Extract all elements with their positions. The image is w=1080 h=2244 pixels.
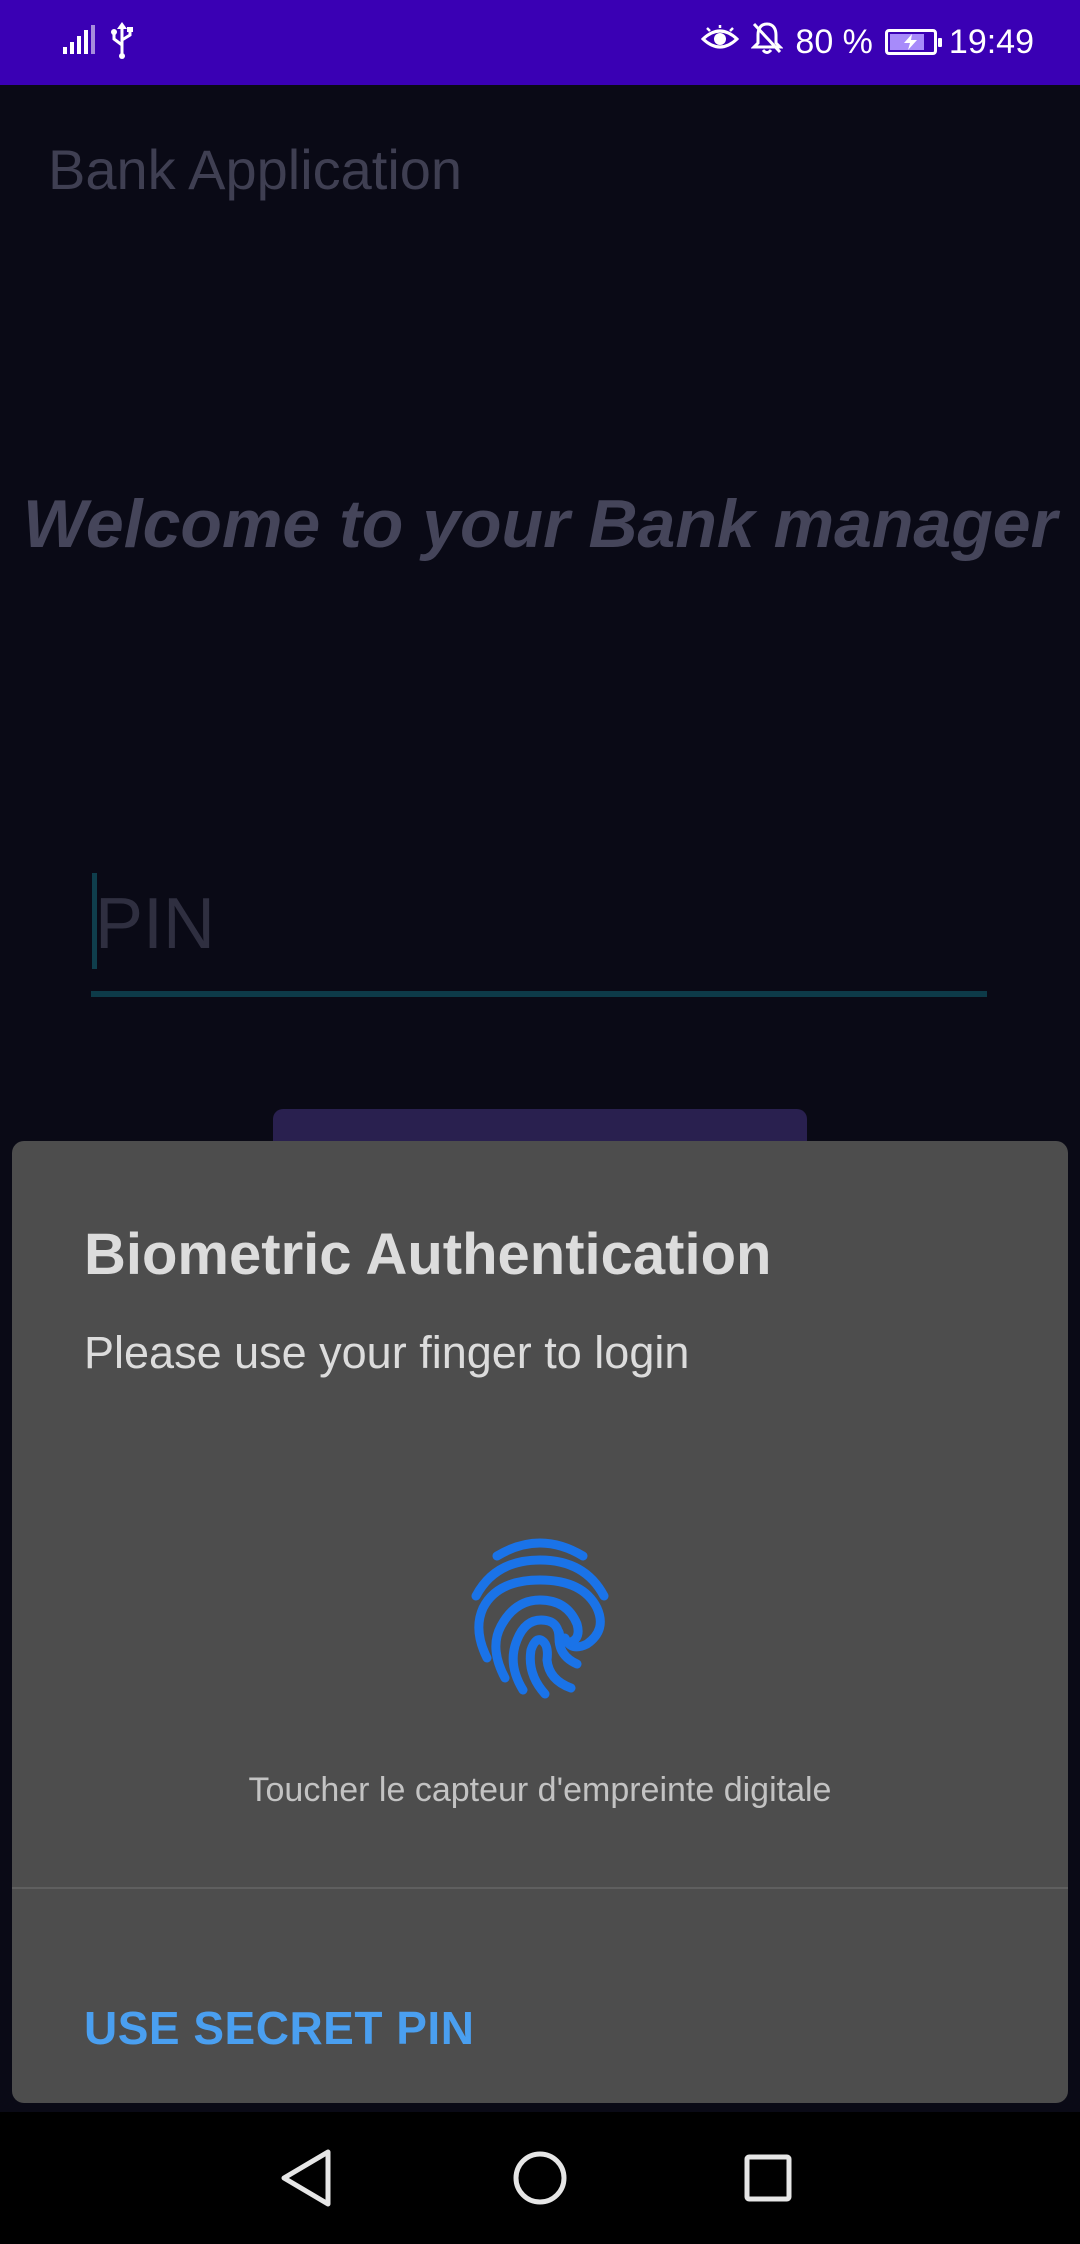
back-icon[interactable] [272, 2140, 348, 2216]
battery-charging-icon [884, 29, 942, 55]
app-title: Bank Application [48, 138, 463, 201]
status-bar: 80 % 19:49 [0, 0, 1080, 85]
eye-comfort-icon [701, 23, 740, 62]
status-left-icons [62, 21, 134, 64]
signal-icon [62, 24, 96, 60]
bell-off-icon [750, 21, 785, 64]
dialog-subtitle: Please use your finger to login [84, 1327, 690, 1378]
navigation-bar [0, 2112, 1080, 2244]
welcome-heading: Welcome to your Bank manager [22, 486, 1058, 562]
fingerprint-hint: Toucher le capteur d'empreinte digitale [248, 1771, 832, 1809]
battery-percentage: 80 % [795, 22, 873, 61]
use-secret-pin-button[interactable]: USE SECRET PIN [84, 2001, 474, 2055]
home-icon[interactable] [502, 2140, 578, 2216]
pin-placeholder: PIN [95, 884, 216, 964]
dialog-divider [12, 1887, 1068, 1889]
pin-input[interactable]: PIN [91, 865, 987, 997]
biometric-dialog: Biometric Authentication Please use your… [12, 1141, 1068, 2103]
pin-underline [91, 991, 987, 997]
recents-icon[interactable] [730, 2140, 806, 2216]
usb-icon [110, 21, 134, 64]
dialog-title: Biometric Authentication [84, 1222, 772, 1287]
status-right-icons: 80 % 19:49 [701, 16, 1034, 68]
fingerprint-icon [467, 1538, 613, 1700]
clock: 19:49 [948, 22, 1034, 61]
